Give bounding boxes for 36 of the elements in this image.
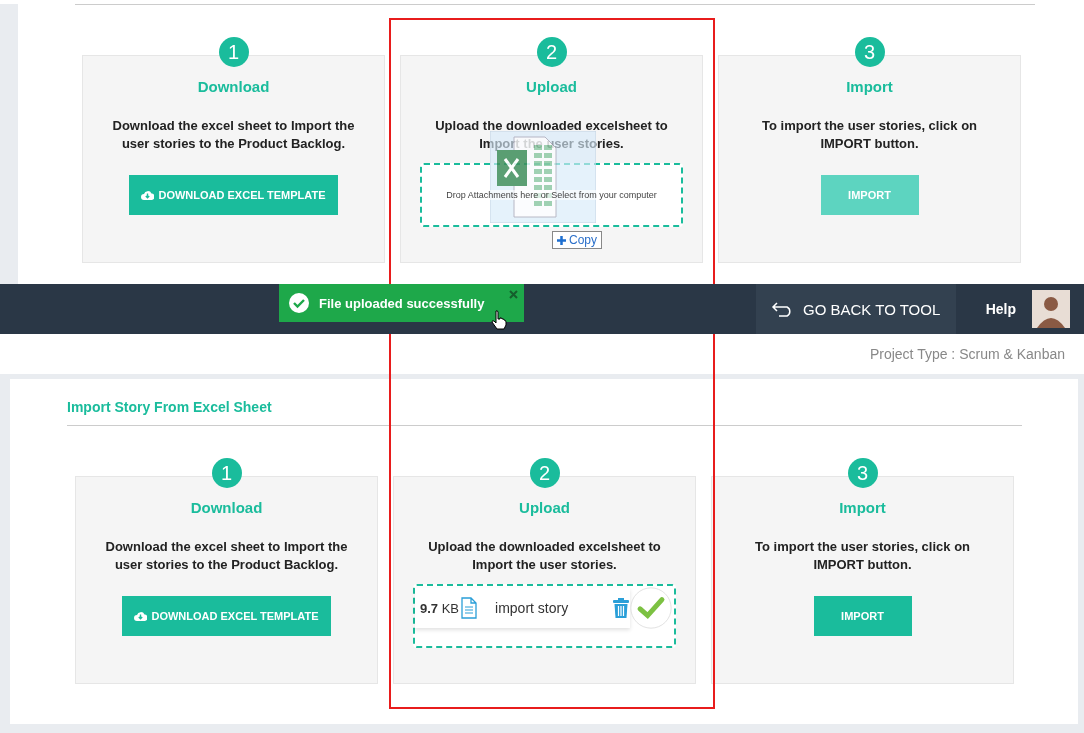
toast-message: File uploaded successfully bbox=[319, 295, 485, 311]
step-description: Download the excel sheet to Import the user stories to the Product Backlog. bbox=[104, 538, 349, 574]
hand-cursor-icon bbox=[491, 310, 507, 330]
file-size: 9.7 KB bbox=[420, 600, 460, 616]
help-link[interactable]: Help bbox=[985, 301, 1016, 317]
step-description: Upload the downloaded excelsheet to Import the user stories. bbox=[427, 538, 662, 574]
project-type-label: Project Type : Scrum & Kanban bbox=[869, 346, 1065, 362]
step-number: 2 bbox=[536, 37, 567, 67]
check-badge bbox=[630, 587, 672, 629]
step-description: To import the user stories, click on IMPORT button. bbox=[754, 538, 971, 574]
drop-zone[interactable]: 9.7 KB import story bbox=[413, 584, 676, 648]
panel-title: Import Story From Excel Sheet bbox=[67, 399, 1022, 426]
step-description: Download the excel sheet to Import the user stories to the Product Backlog. bbox=[111, 117, 356, 153]
cloud-download-icon bbox=[141, 190, 155, 200]
step-number: 3 bbox=[854, 37, 885, 67]
step-title: Upload bbox=[526, 78, 577, 95]
step-title: Import bbox=[846, 78, 893, 95]
step-title: Download bbox=[190, 499, 263, 516]
step-title: Upload bbox=[519, 499, 570, 516]
step-number: 3 bbox=[847, 458, 878, 488]
step-description: To import the user stories, click on IMPORT button. bbox=[761, 117, 978, 153]
avatar[interactable] bbox=[1032, 290, 1070, 328]
check-circle-icon bbox=[289, 293, 309, 313]
step-number: 1 bbox=[211, 458, 242, 488]
plus-icon bbox=[557, 235, 566, 245]
step-title: Download bbox=[197, 78, 270, 95]
trash-icon[interactable] bbox=[612, 598, 630, 618]
go-back-button[interactable]: GO BACK TO TOOL bbox=[755, 284, 956, 334]
step-number: 2 bbox=[529, 458, 560, 488]
copy-tooltip: Copy bbox=[552, 231, 602, 249]
step-title: Import bbox=[839, 499, 886, 516]
step-number: 1 bbox=[218, 37, 249, 67]
cloud-download-icon bbox=[134, 611, 148, 621]
document-icon bbox=[461, 597, 478, 619]
close-icon[interactable] bbox=[509, 290, 518, 299]
file-name: import story bbox=[495, 600, 569, 616]
